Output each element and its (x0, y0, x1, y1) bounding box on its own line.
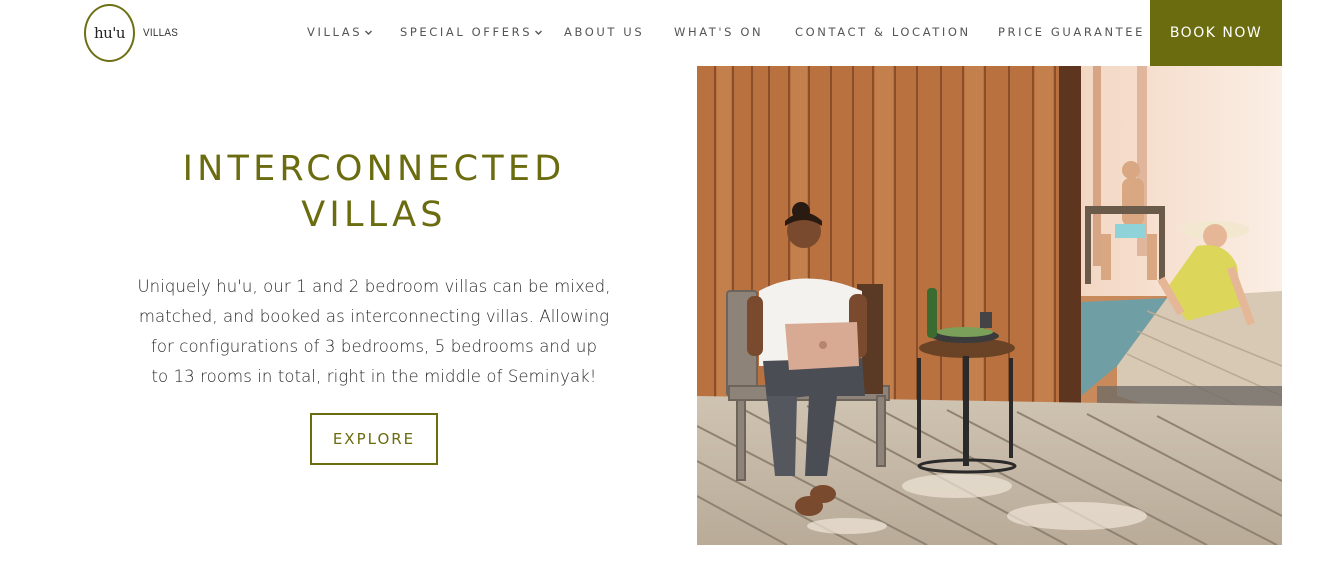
nav-item-contact-location[interactable]: CONTACT & LOCATION (795, 24, 971, 40)
villa-terrace-illustration (697, 66, 1282, 545)
chevron-down-icon (364, 28, 373, 37)
nav-item-special-offers-label: SPECIAL OFFERS (400, 25, 533, 39)
nav-item-whats-on[interactable]: WHAT'S ON (674, 24, 763, 40)
nav-item-price-guarantee[interactable]: PRICE GUARANTEE (998, 24, 1145, 40)
nav-item-contact-label: CONTACT & LOCATION (795, 25, 971, 39)
hero-description-line3: for configurations of 3 bedrooms, 5 bedr… (150, 337, 598, 356)
chevron-down-icon (534, 28, 543, 37)
nav-item-villas-label: VILLAS (307, 25, 363, 39)
explore-button[interactable]: EXPLORE (310, 413, 438, 465)
book-now-button[interactable]: BOOK NOW (1150, 0, 1282, 66)
hero-description-line1: Uniquely hu'u, our 1 and 2 bedroom villa… (137, 277, 611, 296)
page: hu'u VILLAS VILLAS SPECIAL OFFERS ABOUT … (0, 0, 1336, 585)
nav-item-about-us-label: ABOUT US (564, 25, 645, 39)
nav-item-price-guarantee-label: PRICE GUARANTEE (998, 25, 1146, 39)
page-title: INTERCONNECTED VILLAS (120, 146, 628, 238)
nav-item-special-offers[interactable]: SPECIAL OFFERS (400, 24, 543, 40)
page-title-line2: VILLAS (301, 195, 447, 235)
hero-description: Uniquely hu'u, our 1 and 2 bedroom villa… (130, 272, 618, 392)
hero-description-line4: to 13 rooms in total, right in the middl… (151, 367, 597, 386)
nav-item-villas[interactable]: VILLAS (307, 24, 373, 40)
nav-item-about-us[interactable]: ABOUT US (564, 24, 644, 40)
hero-photo (697, 66, 1282, 545)
nav-item-whats-on-label: WHAT'S ON (674, 25, 764, 39)
page-title-line1: INTERCONNECTED (182, 149, 566, 189)
hero-description-line2: matched, and booked as interconnecting v… (138, 307, 610, 326)
main-nav: VILLAS SPECIAL OFFERS ABOUT US WHAT'S ON… (0, 0, 1336, 66)
